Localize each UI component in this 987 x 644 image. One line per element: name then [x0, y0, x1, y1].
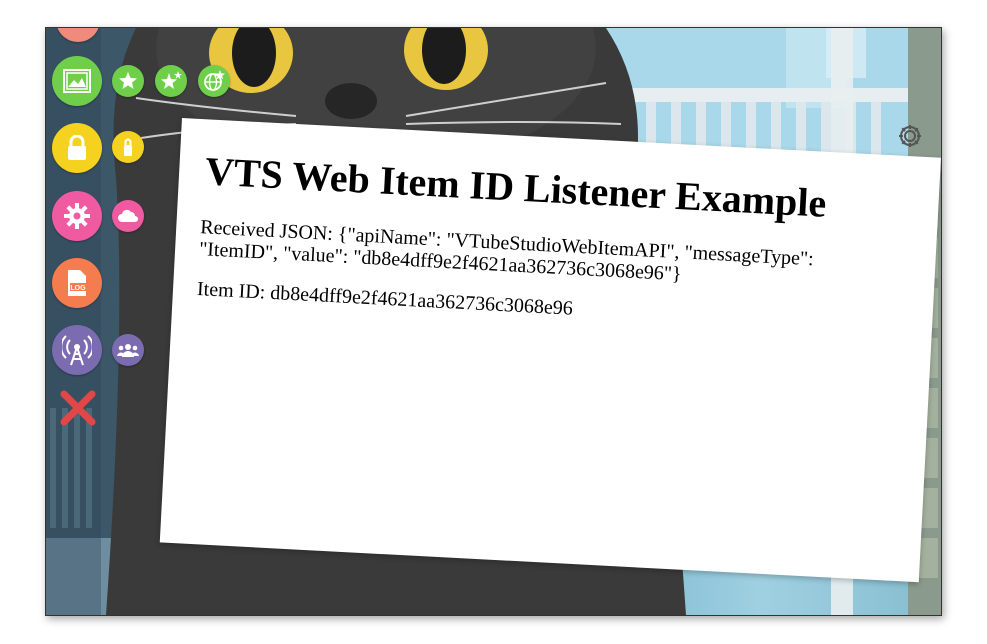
railing-top — [606, 88, 941, 102]
lock-small-icon — [124, 138, 132, 156]
sparkle-button[interactable] — [155, 65, 187, 97]
picture-icon — [63, 69, 91, 93]
cloud-icon — [118, 209, 138, 222]
favorite-button[interactable] — [112, 65, 144, 97]
app-window: LOG VTS Web Item ID Listener Example Rec… — [45, 27, 942, 616]
collab-button[interactable] — [112, 334, 144, 366]
log-file-icon: LOG — [68, 270, 86, 296]
overlay-settings-button[interactable] — [896, 122, 924, 150]
lock-icon — [68, 135, 86, 160]
left-toolbar: LOG — [46, 28, 230, 615]
gear-icon — [899, 125, 921, 147]
settings-button[interactable] — [52, 191, 102, 241]
antenna-icon — [62, 335, 92, 366]
small-lock-button[interactable] — [112, 131, 144, 163]
web-item-page: VTS Web Item ID Listener Example Receive… — [159, 118, 941, 583]
cloud-button[interactable] — [112, 200, 144, 232]
log-button[interactable]: LOG — [52, 258, 102, 308]
top-partial-button[interactable] — [56, 28, 100, 42]
sparkle-star-icon — [161, 71, 182, 89]
people-icon — [117, 344, 139, 357]
close-icon — [60, 390, 96, 426]
background-button[interactable] — [52, 56, 102, 106]
gear-icon — [64, 203, 90, 229]
svg-text:LOG: LOG — [70, 285, 86, 292]
page-title: VTS Web Item ID Listener Example — [204, 148, 828, 226]
item-id-value: db8e4dff9e2f4621aa362736c3068e96 — [269, 281, 574, 320]
item-id-label: Item ID: — [196, 278, 266, 304]
close-button[interactable] — [58, 388, 98, 428]
lock-button[interactable] — [52, 123, 102, 173]
web-star-button[interactable] — [198, 65, 230, 97]
broadcast-button[interactable] — [52, 325, 102, 375]
star-icon — [119, 72, 137, 89]
globe-star-icon — [204, 70, 225, 91]
